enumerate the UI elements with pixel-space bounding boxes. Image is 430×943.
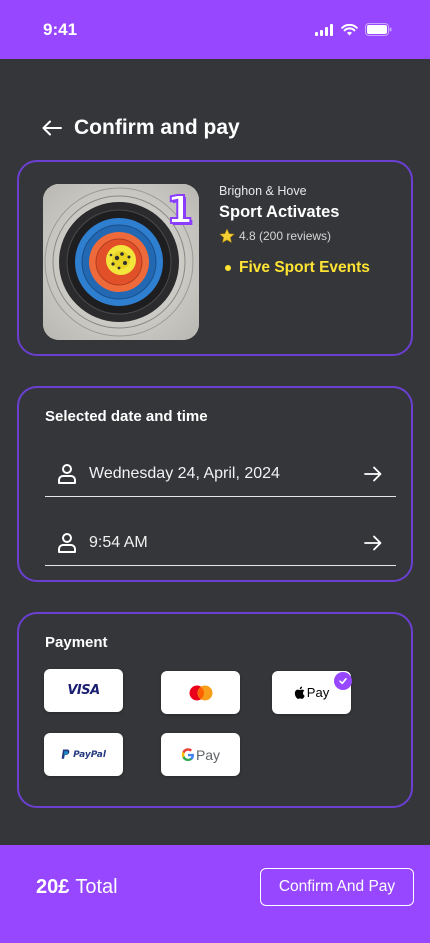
google-pay-button[interactable]: Pay [161, 733, 240, 776]
cellular-signal-icon [315, 23, 333, 36]
person-icon [58, 463, 76, 484]
paypal-icon [61, 749, 70, 759]
apple-icon [294, 686, 305, 699]
event-badge-number: 1 [166, 187, 194, 233]
total-amount: 20£ [36, 876, 70, 898]
total: 20£ Total [36, 876, 118, 899]
status-time: 9:41 [43, 19, 78, 39]
apple-pay-label: Pay [306, 685, 330, 700]
schedule-title: Selected date and time [45, 408, 208, 425]
visa-button[interactable]: VISA [44, 669, 123, 712]
battery-icon [365, 23, 392, 36]
google-pay-label: Pay [195, 746, 221, 763]
event-rating-text: 4.8 (200 reviews) [239, 229, 332, 243]
mastercard-logo [189, 685, 212, 700]
archery-target-image: 1 [43, 184, 199, 340]
time-selector[interactable]: 9:54 AM [45, 520, 396, 566]
footer-bar: 20£ Total Confirm And Pay [0, 845, 430, 943]
event-name: Sport Activates [219, 203, 340, 221]
visa-logo: VISA [67, 683, 100, 698]
star-icon [219, 228, 235, 243]
selected-time: 9:54 AM [89, 533, 148, 551]
status-icons [315, 23, 392, 36]
paypal-logo: PayPal [73, 749, 106, 760]
person-icon [58, 532, 76, 553]
event-info: Brighon & Hove Sport Activates 4.8 (200 … [219, 184, 370, 277]
status-bar: 9:41 [0, 0, 430, 59]
mastercard-button[interactable] [161, 671, 240, 714]
confirm-and-pay-button[interactable]: Confirm And Pay [260, 868, 414, 906]
header: Confirm and pay [42, 116, 240, 140]
payment-title: Payment [45, 634, 108, 651]
event-rating: 4.8 (200 reviews) [219, 228, 370, 244]
payment-card: Payment VISA Pay PayPal Pay [17, 612, 413, 808]
paypal-button[interactable]: PayPal [44, 733, 123, 776]
wifi-icon [341, 23, 358, 35]
selected-date: Wednesday 24, April, 2024 [89, 464, 280, 482]
event-card: 1 Brighon & Hove Sport Activates 4.8 (20… [17, 160, 413, 356]
bullet-icon [225, 265, 231, 271]
arrow-right-icon [364, 466, 382, 481]
arrow-right-icon [364, 535, 382, 550]
arrow-left-icon[interactable] [42, 118, 62, 138]
schedule-card: Selected date and time Wednesday 24, Apr… [17, 386, 413, 582]
page-title: Confirm and pay [74, 116, 240, 139]
event-highlight-text: Five Sport Events [239, 259, 370, 276]
date-selector[interactable]: Wednesday 24, April, 2024 [45, 451, 396, 497]
apple-pay-button[interactable]: Pay [272, 671, 352, 714]
total-label: Total [75, 876, 118, 898]
event-location: Brighon & Hove [219, 184, 307, 198]
event-highlight: Five Sport Events [219, 259, 370, 277]
google-g-icon [181, 747, 194, 761]
selected-check-icon [334, 672, 352, 690]
